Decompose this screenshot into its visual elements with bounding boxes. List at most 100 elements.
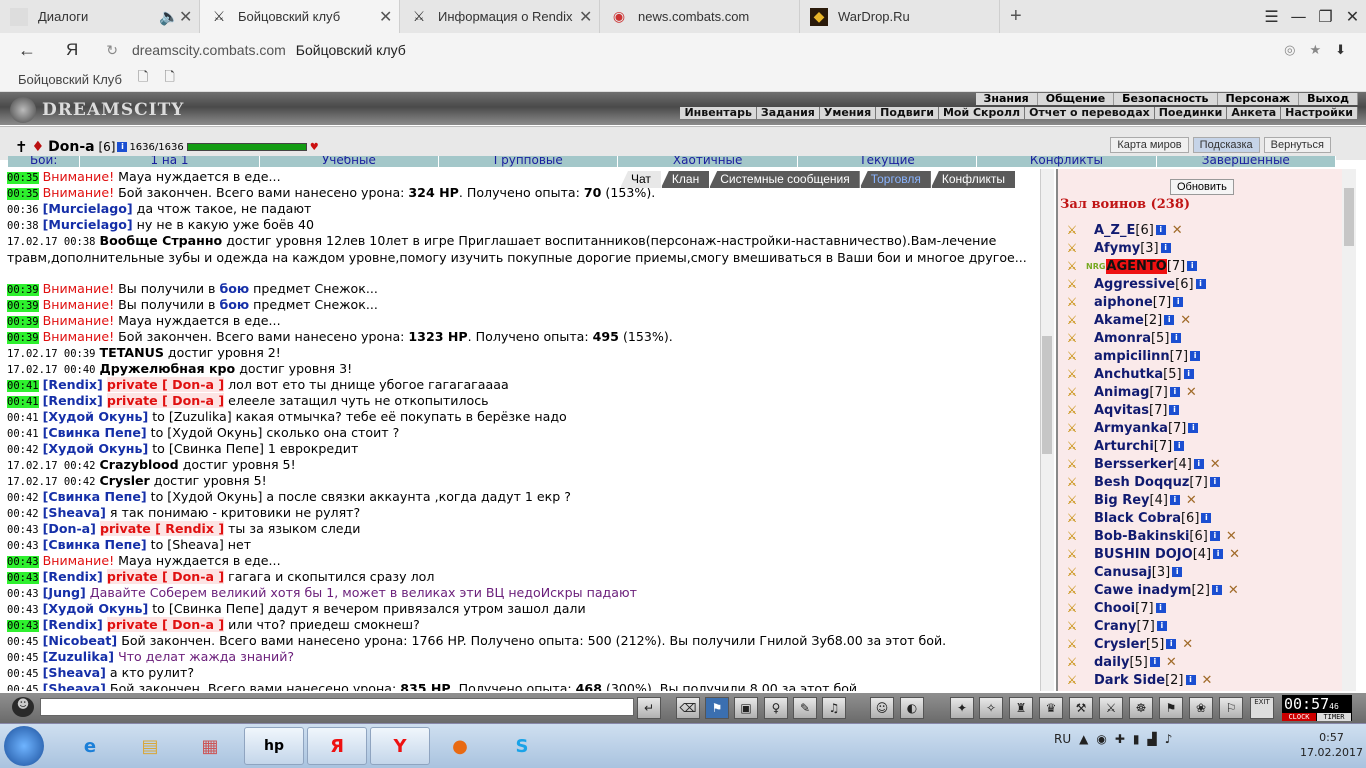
info-icon[interactable]: i <box>1149 657 1160 667</box>
back-arrow-icon[interactable]: ← <box>18 40 38 61</box>
swords-icon[interactable]: ⚔ <box>1062 277 1082 291</box>
world-map-button[interactable]: Карта миров <box>1110 137 1189 153</box>
chat-private-tag[interactable]: private [ Don-a ] <box>106 569 225 584</box>
chat-time[interactable]: 00:43 <box>7 524 39 536</box>
swords-icon[interactable]: ⚔ <box>1062 349 1082 363</box>
chat-nick[interactable]: бою <box>219 281 249 296</box>
player-name[interactable]: AGENTO <box>1106 258 1167 274</box>
swords-icon[interactable]: ⚔ <box>1062 475 1082 489</box>
sound-icon[interactable]: ♫ <box>822 697 846 719</box>
chat-time[interactable]: 00:35 <box>7 188 39 200</box>
exit-button[interactable]: EXIT <box>1250 697 1274 719</box>
swords-icon[interactable]: ⚔ <box>1062 403 1082 417</box>
chat-nick[interactable]: [Rendix] <box>43 569 103 584</box>
player-name[interactable]: Anchutka <box>1094 367 1163 382</box>
reload-icon[interactable]: ↻ <box>106 42 118 59</box>
chat-nick[interactable]: [Rendix] <box>43 617 103 632</box>
info-icon[interactable]: i <box>1193 459 1204 469</box>
info-icon[interactable]: i <box>1156 621 1167 631</box>
chat-time[interactable]: 17.02.17 00:42 <box>7 476 96 488</box>
save-icon[interactable]: ▣ <box>734 697 758 719</box>
chat-nick[interactable]: [Sheava] <box>43 681 106 691</box>
network-icon[interactable]: ▮ <box>1133 732 1140 746</box>
swords-icon[interactable]: ⚔ <box>1062 457 1082 471</box>
chat-private-tag[interactable]: private [ Rendix ] <box>99 521 225 536</box>
chat-time[interactable]: 00:43 <box>7 604 39 616</box>
swords-icon[interactable]: ⚔ <box>1062 547 1082 561</box>
timer-label[interactable]: TIMER <box>1317 713 1351 721</box>
close-tab-icon[interactable]: ✕ <box>179 7 199 27</box>
swords-icon[interactable]: ⚔ <box>1062 421 1082 435</box>
player-name[interactable]: Bob-Bakinski <box>1094 529 1189 544</box>
chat-nick[interactable]: бою <box>219 297 249 312</box>
player-name[interactable]: Cawe inadym <box>1094 583 1191 598</box>
info-icon[interactable]: i <box>1190 351 1201 361</box>
chat-nick[interactable]: [Jung] <box>43 585 86 600</box>
chat-private-tag[interactable]: private [ Don-a ] <box>106 377 225 392</box>
show-hidden-icon[interactable]: ▲ <box>1079 732 1088 746</box>
tab-news[interactable]: ◉ news.combats.com <box>600 0 800 33</box>
chat-time[interactable]: 17.02.17 00:39 <box>7 348 96 360</box>
swords-icon[interactable]: ⚔ <box>1062 295 1082 309</box>
menu-security[interactable]: Безопасность <box>1114 93 1218 105</box>
chat-nick[interactable]: [Свинка Пепе] <box>43 537 147 552</box>
info-icon[interactable]: i <box>1171 333 1182 343</box>
chat-time[interactable]: 00:43 <box>7 620 39 632</box>
chat-time[interactable]: 00:43 <box>7 556 39 568</box>
page-icon[interactable]: 🗋 <box>138 68 148 90</box>
chat-time[interactable]: 00:45 <box>7 652 39 664</box>
fight-tab-conflicts[interactable]: Конфликты <box>977 156 1157 167</box>
chat-time[interactable]: 00:41 <box>7 428 39 440</box>
swords-icon[interactable]: ⚔ <box>1062 259 1082 273</box>
swords-icon[interactable]: ⚔ <box>1062 385 1082 399</box>
info-icon[interactable]: i <box>1173 297 1184 307</box>
info-icon[interactable]: i <box>1201 513 1212 523</box>
chat-nick[interactable]: [Свинка Пепе] <box>43 425 147 440</box>
character-name[interactable]: Don-a <box>48 139 94 155</box>
action-icon-3[interactable]: ♜ <box>1009 697 1033 719</box>
chat-tab-trade[interactable]: Торговля <box>859 171 931 188</box>
chat-private-tag[interactable]: private [ Don-a ] <box>106 393 225 408</box>
smile-icon[interactable]: ☺ <box>870 697 894 719</box>
action-icon-10[interactable]: ⚐ <box>1219 697 1243 719</box>
info-icon[interactable]: i <box>1155 603 1166 613</box>
ie-icon[interactable]: e <box>60 727 120 765</box>
player-name[interactable]: Aqvitas <box>1094 403 1149 418</box>
player-name[interactable]: Crany <box>1094 619 1136 634</box>
star-icon[interactable]: ★ <box>1309 42 1321 58</box>
player-name[interactable]: Akame <box>1094 313 1144 328</box>
player-name[interactable]: Crysler <box>1094 637 1146 652</box>
info-icon[interactable]: i <box>1213 549 1224 559</box>
swords-icon[interactable]: ⚔ <box>1062 367 1082 381</box>
chat-nick[interactable]: [Don-a] <box>43 521 96 536</box>
chat-nick[interactable]: [Sheava] <box>43 505 106 520</box>
yandex-browser-icon[interactable]: Y <box>370 727 430 765</box>
chat-tab-chat[interactable]: Чат <box>620 171 661 188</box>
chat-nick[interactable]: [Sheava] <box>43 665 106 680</box>
chat-time[interactable]: 00:41 <box>7 396 39 408</box>
info-icon[interactable]: i <box>1169 405 1180 415</box>
menu-quests[interactable]: Задания <box>756 107 820 119</box>
mask-icon[interactable]: ◐ <box>900 697 924 719</box>
menu-feats[interactable]: Подвиги <box>876 107 939 119</box>
menu-profile[interactable]: Анкета <box>1227 107 1282 119</box>
action-icon-2[interactable]: ✧ <box>979 697 1003 719</box>
menu-settings[interactable]: Настройки <box>1281 107 1358 119</box>
action-icon-8[interactable]: ⚑ <box>1159 697 1183 719</box>
chat-nick[interactable]: [Худой Окунь] <box>43 441 149 456</box>
refresh-button[interactable]: Обновить <box>1170 179 1234 195</box>
swords-icon[interactable]: ⚔ <box>1062 565 1082 579</box>
player-name[interactable]: Black Cobra <box>1094 511 1181 526</box>
player-name[interactable]: Chooi <box>1094 601 1135 616</box>
info-icon[interactable]: i <box>1169 387 1180 397</box>
player-name[interactable]: Canusaj <box>1094 565 1152 580</box>
swords-icon[interactable]: ⚔ <box>1062 637 1082 651</box>
player-name[interactable]: Aggressive <box>1094 277 1175 292</box>
media-icon[interactable]: ▦ <box>180 727 240 765</box>
swords-icon[interactable]: ⚔ <box>1062 619 1082 633</box>
menu-knowledge[interactable]: Знания <box>975 93 1038 105</box>
chat-time[interactable]: 00:42 <box>7 492 39 504</box>
action-icon-9[interactable]: ❀ <box>1189 697 1213 719</box>
pen-icon[interactable]: ✎ <box>793 697 817 719</box>
download-icon[interactable]: ⬇ <box>1335 42 1346 58</box>
